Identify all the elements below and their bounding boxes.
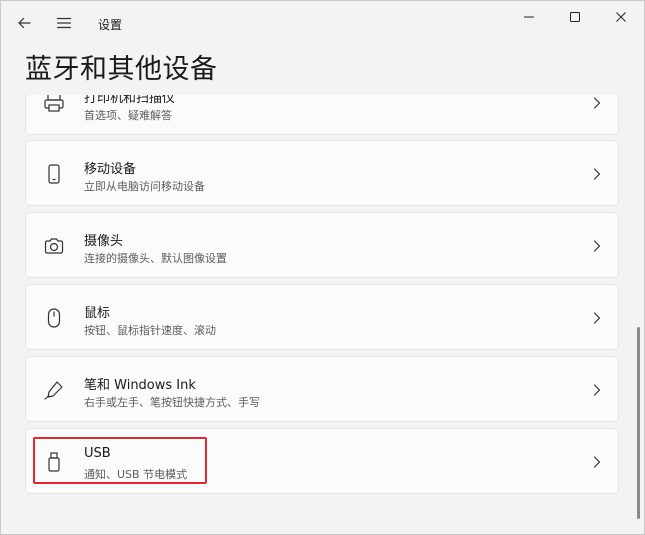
maximize-button[interactable] <box>552 1 598 33</box>
item-subtitle: 立即从电脑访问移动设备 <box>84 180 205 193</box>
nav-menu-button[interactable] <box>50 9 78 37</box>
list-item-printers[interactable]: 打印机和扫描仪 首选项、疑难解答 <box>25 95 619 135</box>
item-subtitle: 通知、USB 节电模式 <box>84 468 188 481</box>
arrow-left-icon <box>18 17 31 29</box>
settings-window: 设置 蓝牙和其他设备 打印机和扫描仪 首选项、疑难解答 移动设备 立即从电脑访问… <box>0 0 645 535</box>
list-item-usb[interactable]: USB 通知、USB 节电模式 <box>25 428 619 494</box>
chevron-right-icon <box>593 97 601 109</box>
vertical-scrollbar[interactable] <box>637 327 640 519</box>
back-button[interactable] <box>10 9 38 37</box>
item-subtitle: 右手或左手、笔按钮快捷方式、手写 <box>84 396 260 409</box>
usb-icon <box>48 452 60 472</box>
close-button[interactable] <box>598 1 644 33</box>
chevron-right-icon <box>593 240 601 252</box>
item-subtitle: 按钮、鼠标指针速度、滚动 <box>84 324 216 337</box>
chevron-right-icon <box>593 168 601 180</box>
item-title: 鼠标 <box>84 306 111 321</box>
list-item-mouse[interactable]: 鼠标 按钮、鼠标指针速度、滚动 <box>25 284 619 350</box>
chevron-right-icon <box>593 312 601 324</box>
pen-icon <box>44 381 63 400</box>
minimize-button[interactable] <box>506 1 552 33</box>
item-subtitle: 首选项、疑难解答 <box>84 109 172 122</box>
item-title: 摄像头 <box>84 234 124 249</box>
page-title: 蓝牙和其他设备 <box>25 54 218 85</box>
chevron-right-icon <box>593 384 601 396</box>
camera-icon <box>44 238 64 254</box>
hamburger-icon <box>56 17 72 29</box>
app-title: 设置 <box>98 18 123 32</box>
item-title: 移动设备 <box>84 162 137 177</box>
minimize-icon <box>524 16 534 18</box>
item-title: 打印机和扫描仪 <box>84 95 176 106</box>
title-bar: 设置 <box>1 1 644 45</box>
maximize-icon <box>570 12 580 22</box>
item-title: USB <box>84 446 111 461</box>
printer-icon <box>44 95 64 112</box>
chevron-right-icon <box>593 456 601 468</box>
item-subtitle: 连接的摄像头、默认图像设置 <box>84 252 227 265</box>
list-item-mobile-devices[interactable]: 移动设备 立即从电脑访问移动设备 <box>25 140 619 206</box>
phone-icon <box>48 164 60 184</box>
settings-list: 打印机和扫描仪 首选项、疑难解答 移动设备 立即从电脑访问移动设备 摄像头 连接… <box>1 95 644 534</box>
mouse-icon <box>47 308 61 328</box>
close-icon <box>616 12 626 22</box>
item-title: 笔和 Windows Ink <box>84 378 196 393</box>
list-item-pen-windows-ink[interactable]: 笔和 Windows Ink 右手或左手、笔按钮快捷方式、手写 <box>25 356 619 422</box>
list-item-camera[interactable]: 摄像头 连接的摄像头、默认图像设置 <box>25 212 619 278</box>
